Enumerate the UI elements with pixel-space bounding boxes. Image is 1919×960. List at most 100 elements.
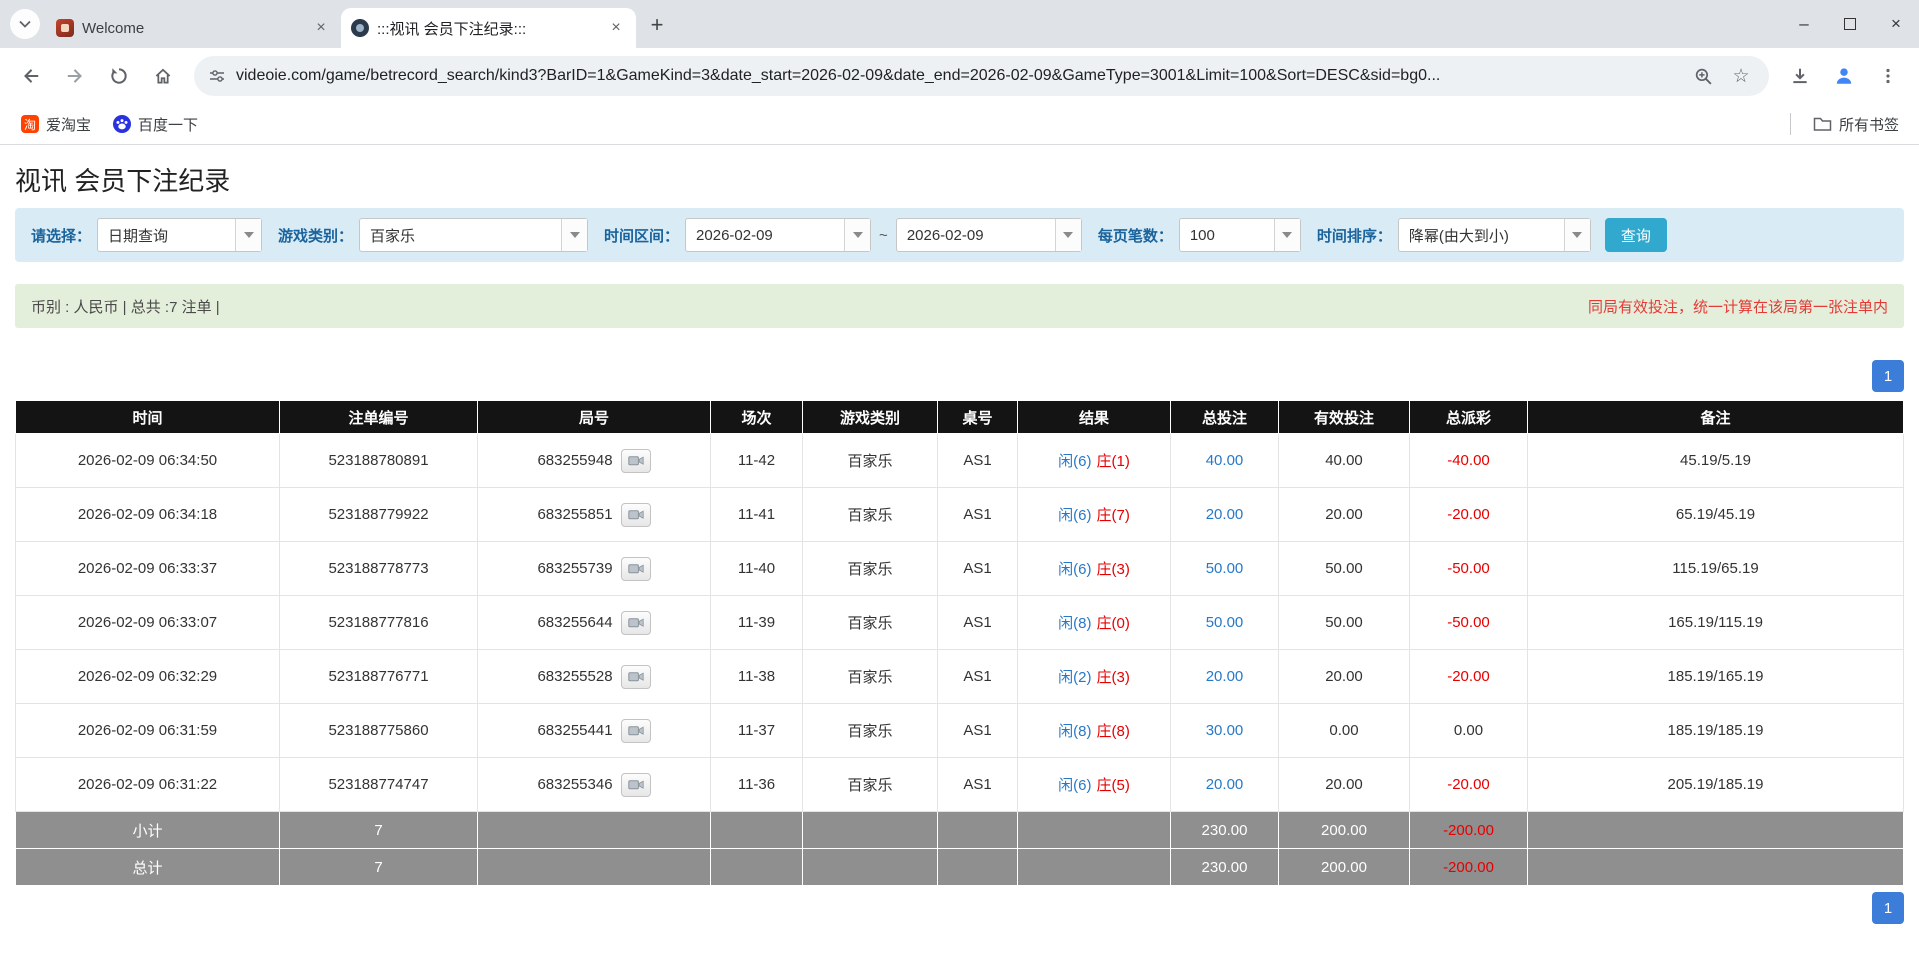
reload-icon bbox=[111, 68, 127, 84]
table-header: 时间 注单编号 局号 场次 游戏类别 桌号 结果 总投注 有效投注 总派彩 备注 bbox=[15, 400, 1904, 434]
cell-total-bet[interactable]: 30.00 bbox=[1170, 703, 1279, 758]
downloads-button[interactable] bbox=[1781, 57, 1819, 95]
home-button[interactable] bbox=[144, 57, 182, 95]
tab-close-icon[interactable]: × bbox=[311, 18, 331, 38]
date-range-tilde: ~ bbox=[879, 226, 888, 244]
page-content: 视讯 会员下注纪录 请选择： 日期查询 游戏类别： 百家乐 时间区间： 2026… bbox=[0, 161, 1919, 924]
back-arrow-icon bbox=[24, 69, 39, 83]
cell-total-bet[interactable]: 20.00 bbox=[1170, 487, 1279, 542]
page-title: 视讯 会员下注纪录 bbox=[15, 166, 231, 196]
dropdown-caret-icon[interactable] bbox=[235, 219, 262, 251]
minimize-button[interactable]: – bbox=[1781, 0, 1827, 48]
all-bookmarks-button[interactable]: 所有书签 bbox=[1805, 109, 1907, 140]
date-start-input[interactable]: 2026-02-09 bbox=[685, 218, 872, 252]
page-1-button[interactable]: 1 bbox=[1872, 360, 1904, 392]
zoom-button[interactable] bbox=[1689, 62, 1717, 90]
sort-select[interactable]: 降幂(由大到小) bbox=[1397, 218, 1591, 252]
round-video-button[interactable] bbox=[620, 556, 651, 581]
back-button[interactable] bbox=[12, 57, 50, 95]
subtotal-payout: -200.00 bbox=[1409, 811, 1528, 849]
total-total-bet: 230.00 bbox=[1170, 848, 1279, 886]
round-number: 683255739 bbox=[537, 559, 613, 577]
cell-total-bet[interactable]: 20.00 bbox=[1170, 757, 1279, 812]
table-footer: 小计 7 230.00 200.00 -200.00 总计 7 230.00 2… bbox=[15, 811, 1904, 886]
header-session: 场次 bbox=[710, 400, 803, 434]
round-video-button[interactable] bbox=[620, 448, 651, 473]
result-banker: 庄(8) bbox=[1096, 723, 1130, 740]
cell-payout: -20.00 bbox=[1409, 649, 1528, 704]
search-button[interactable]: 查询 bbox=[1604, 218, 1667, 252]
cell-session: 11-41 bbox=[710, 487, 803, 542]
cell-table-no: AS1 bbox=[937, 757, 1018, 812]
url-text[interactable]: videoie.com/game/betrecord_search/kind3?… bbox=[236, 67, 1679, 85]
cell-payout: -20.00 bbox=[1409, 487, 1528, 542]
table-row: 2026-02-09 06:34:18 523188779922 6832558… bbox=[15, 487, 1904, 542]
video-icon bbox=[627, 780, 644, 790]
cell-valid-bet: 20.00 bbox=[1278, 649, 1410, 704]
cell-valid-bet: 40.00 bbox=[1278, 433, 1410, 488]
round-number: 683255851 bbox=[537, 505, 613, 523]
header-remark: 备注 bbox=[1527, 400, 1904, 434]
dropdown-caret-icon[interactable] bbox=[561, 219, 588, 251]
dropdown-caret-icon[interactable] bbox=[844, 219, 871, 251]
tab-search-button[interactable] bbox=[10, 9, 40, 39]
pagination-bottom: 1 bbox=[15, 892, 1904, 924]
cell-valid-bet: 20.00 bbox=[1278, 487, 1410, 542]
dropdown-caret-icon[interactable] bbox=[1054, 219, 1081, 251]
header-payout: 总派彩 bbox=[1409, 400, 1528, 434]
cell-total-bet[interactable]: 20.00 bbox=[1170, 649, 1279, 704]
tab-welcome[interactable]: Welcome × bbox=[46, 8, 341, 48]
forward-arrow-icon bbox=[67, 69, 82, 83]
cell-total-bet[interactable]: 50.00 bbox=[1170, 595, 1279, 650]
cell-round: 683255346 bbox=[477, 757, 711, 812]
forward-button[interactable] bbox=[56, 57, 94, 95]
cell-payout: 0.00 bbox=[1409, 703, 1528, 758]
grand-total-row: 总计 7 230.00 200.00 -200.00 bbox=[15, 848, 1904, 886]
address-bar[interactable]: videoie.com/game/betrecord_search/kind3?… bbox=[194, 56, 1769, 96]
sort-value: 降幂(由大到小) bbox=[1408, 227, 1509, 245]
navigation-bar: videoie.com/game/betrecord_search/kind3?… bbox=[0, 48, 1919, 104]
date-range-label: 时间区间： bbox=[604, 227, 680, 245]
query-type-select[interactable]: 日期查询 bbox=[97, 218, 263, 252]
round-video-button[interactable] bbox=[620, 772, 651, 797]
maximize-button[interactable] bbox=[1827, 0, 1873, 48]
profile-button[interactable] bbox=[1825, 57, 1863, 95]
browser-menu-button[interactable] bbox=[1869, 57, 1907, 95]
bookmark-taobao[interactable]: 淘 爱淘宝 bbox=[12, 109, 100, 140]
header-time: 时间 bbox=[15, 400, 280, 434]
cell-total-bet[interactable]: 50.00 bbox=[1170, 541, 1279, 596]
date-end-input[interactable]: 2026-02-09 bbox=[895, 218, 1082, 252]
cell-total-bet[interactable]: 40.00 bbox=[1170, 433, 1279, 488]
bookmark-star-button[interactable]: ☆ bbox=[1727, 62, 1755, 90]
round-video-button[interactable] bbox=[620, 718, 651, 743]
cell-table-no: AS1 bbox=[937, 703, 1018, 758]
round-video-button[interactable] bbox=[620, 664, 651, 689]
game-kind-select[interactable]: 百家乐 bbox=[359, 218, 589, 252]
close-button[interactable]: × bbox=[1873, 0, 1919, 48]
dropdown-caret-icon[interactable] bbox=[1273, 219, 1300, 251]
dropdown-caret-icon[interactable] bbox=[1563, 219, 1590, 251]
cell-game-kind: 百家乐 bbox=[802, 433, 938, 488]
per-page-select[interactable]: 100 bbox=[1178, 218, 1301, 252]
table-row: 2026-02-09 06:31:22 523188774747 6832553… bbox=[15, 757, 1904, 812]
cell-session: 11-42 bbox=[710, 433, 803, 488]
tab-betrecord[interactable]: :::视讯 会员下注纪录::: × bbox=[341, 8, 636, 48]
result-banker: 庄(7) bbox=[1096, 507, 1130, 524]
browser-window: Welcome × :::视讯 会员下注纪录::: × + – × videoi… bbox=[0, 0, 1919, 145]
subtotal-total-bet: 230.00 bbox=[1170, 811, 1279, 849]
video-icon bbox=[627, 672, 644, 682]
round-video-button[interactable] bbox=[620, 502, 651, 527]
bookmark-baidu[interactable]: 百度一下 bbox=[104, 109, 207, 140]
result-player: 闲(6) bbox=[1058, 777, 1092, 794]
page-1-button[interactable]: 1 bbox=[1872, 892, 1904, 924]
total-label: 总计 bbox=[15, 848, 280, 886]
round-video-button[interactable] bbox=[620, 610, 651, 635]
cell-table-no: AS1 bbox=[937, 487, 1018, 542]
new-tab-button[interactable]: + bbox=[640, 8, 674, 42]
cell-result: 闲(6) 庄(3) bbox=[1017, 541, 1171, 596]
currency-summary-text: 币别 : 人民币 | 总共 :7 注单 | bbox=[31, 298, 220, 316]
tab-close-icon[interactable]: × bbox=[606, 18, 626, 38]
cell-valid-bet: 20.00 bbox=[1278, 757, 1410, 812]
all-bookmarks-label: 所有书签 bbox=[1838, 116, 1899, 134]
reload-button[interactable] bbox=[100, 57, 138, 95]
